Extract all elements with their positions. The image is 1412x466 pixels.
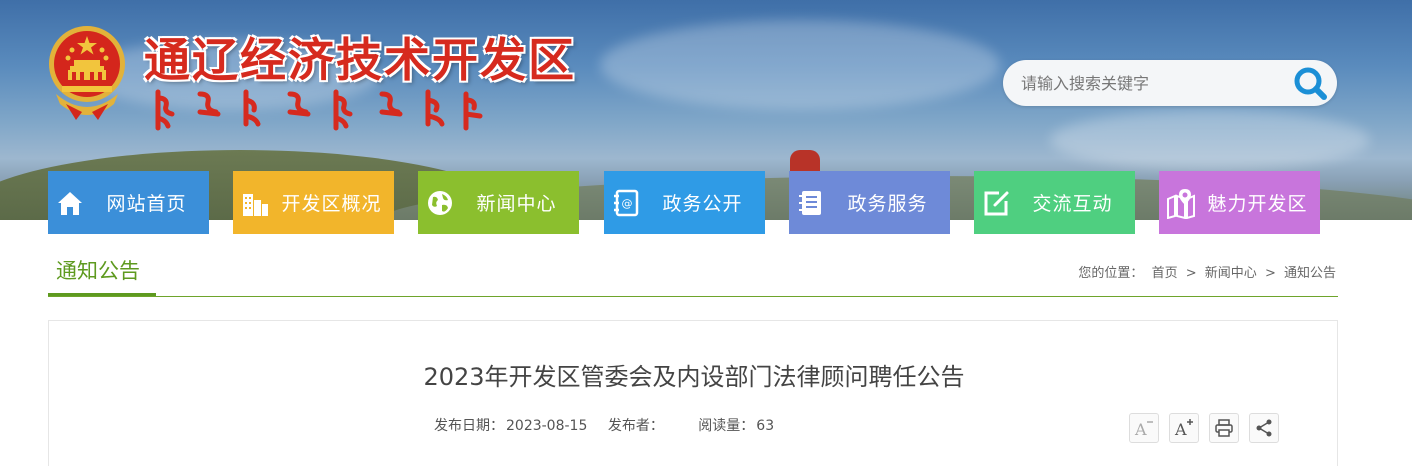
nav-item-label: 交流互动 [1032,193,1113,215]
search-button[interactable] [1291,64,1329,102]
globe-icon [422,185,458,221]
breadcrumb-link-home[interactable]: 首页 [1152,266,1178,281]
views-label: 阅读量： [698,418,755,434]
section-header: 通知公告 您的位置： 首页 > 新闻中心 > 通知公告 [48,256,1338,297]
nav-item-label: 政务服务 [847,193,928,215]
article-meta: 发布日期： 2023-08-15 发布者： 阅读量： 63 [434,415,776,435]
svg-text:A: A [1134,420,1147,439]
nav-item-overview[interactable]: 开发区概况 [233,171,394,234]
breadcrumb: 您的位置： 首页 > 新闻中心 > 通知公告 [1076,262,1338,281]
nav-item-gov-services[interactable]: 政务服务 [789,171,950,234]
site-title: 通辽经济技术开发区 [144,33,576,87]
font-increase-button[interactable]: A [1169,413,1199,443]
search-box [1003,60,1337,106]
breadcrumb-link-news[interactable]: 新闻中心 [1205,266,1257,281]
nav-item-label: 魅力开发区 [1207,193,1308,215]
nav-item-home[interactable]: 网站首页 [48,171,209,234]
home-icon [52,185,88,221]
main-navigation: 网站首页 开发区概况 新闻中心 @ 政务公开 政务服务 交流互动 魅力开发区 [48,171,1338,234]
section-title: 通知公告 [48,256,156,296]
map-pin-icon [1163,185,1199,221]
publish-date: 2023-08-15 [506,418,588,434]
publish-date-label: 发布日期： [434,418,504,434]
nav-item-label: 新闻中心 [476,193,557,215]
print-button[interactable] [1209,413,1239,443]
mongolian-script-title [155,89,483,131]
nav-item-gov-affairs[interactable]: @ 政务公开 [604,171,765,234]
contacts-book-icon: @ [608,185,644,221]
breadcrumb-separator: > [1264,266,1276,281]
search-input[interactable] [1021,60,1281,106]
font-decrease-button[interactable]: A [1129,413,1159,443]
nav-item-label: 网站首页 [106,193,187,215]
article-tools: A A [1129,413,1279,443]
font-increase-icon: A [1174,419,1193,439]
article-title: 2023年开发区管委会及内设部门法律顾问聘任公告 [423,363,965,391]
views-count: 63 [756,418,775,434]
print-icon [1215,419,1233,437]
share-icon [1256,419,1272,437]
nav-item-label: 开发区概况 [281,193,382,215]
article-panel: 2023年开发区管委会及内设部门法律顾问聘任公告 发布日期： 2023-08-15… [48,320,1338,466]
nav-item-label: 政务公开 [662,193,743,215]
breadcrumb-prefix: 您的位置： [1078,266,1144,281]
share-button[interactable] [1249,413,1279,443]
notebook-icon [793,185,829,221]
buildings-icon [237,185,273,221]
search-icon [1294,67,1327,100]
breadcrumb-separator: > [1185,266,1197,281]
breadcrumb-link-notices[interactable]: 通知公告 [1284,266,1336,281]
svg-text:A: A [1174,420,1187,439]
nav-item-news[interactable]: 新闻中心 [418,171,579,234]
publisher-label: 发布者： [607,418,664,434]
edit-icon [978,185,1014,221]
nav-item-charm[interactable]: 魅力开发区 [1159,171,1320,234]
svg-text:@: @ [622,197,633,210]
font-decrease-icon: A [1134,420,1153,439]
national-emblem-logo [49,26,125,120]
nav-item-interaction[interactable]: 交流互动 [974,171,1135,234]
